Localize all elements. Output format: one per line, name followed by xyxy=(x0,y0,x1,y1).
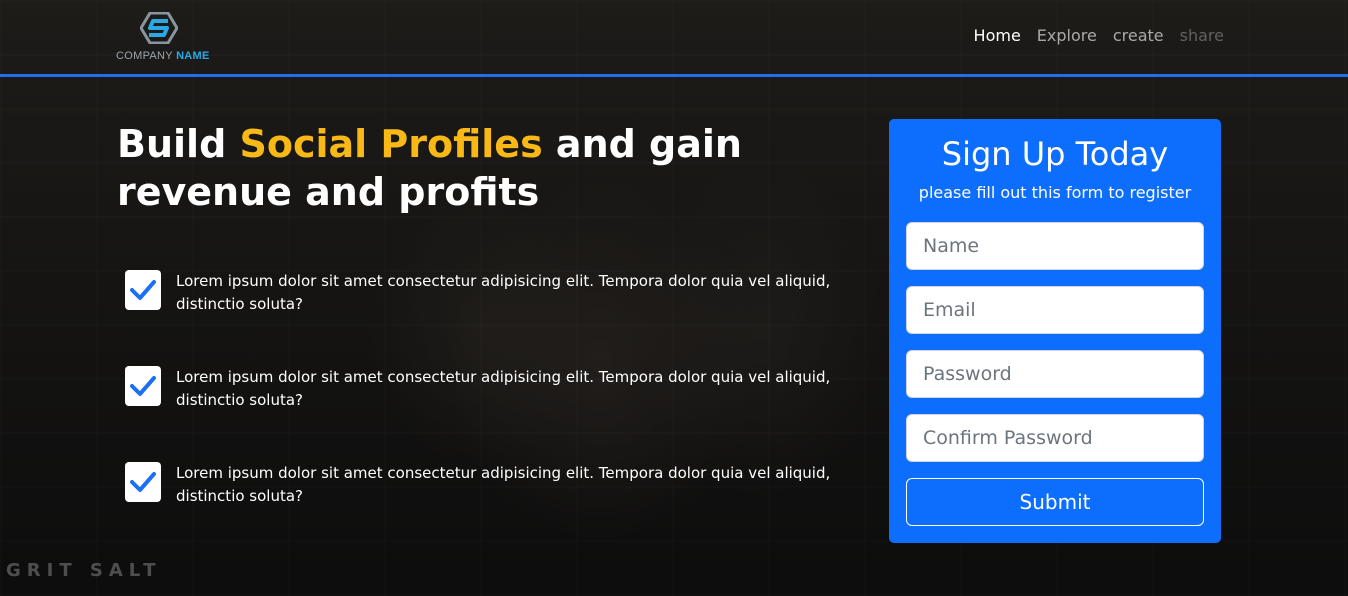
site-header: COMPANY NAME Home Explore create share xyxy=(0,0,1348,77)
company-name-part2: NAME xyxy=(176,50,210,62)
signup-subtitle: please fill out this form to register xyxy=(918,183,1192,202)
feature-item: Lorem ipsum dolor sit amet consectetur a… xyxy=(125,366,845,462)
nav-create[interactable]: create xyxy=(1113,26,1164,45)
email-input[interactable] xyxy=(906,286,1204,334)
checkbox-icon xyxy=(125,462,161,502)
nav-explore[interactable]: Explore xyxy=(1037,26,1097,45)
feature-text: Lorem ipsum dolor sit amet consectetur a… xyxy=(176,368,831,409)
submit-button[interactable]: Submit xyxy=(906,478,1204,526)
hexagon-s-logo-icon xyxy=(140,12,178,44)
hero-title-highlight: Social Profiles xyxy=(239,122,543,166)
nav-share[interactable]: share xyxy=(1180,26,1224,45)
feature-list: Lorem ipsum dolor sit amet consectetur a… xyxy=(125,270,845,558)
checkbox-icon xyxy=(125,366,161,406)
feature-text: Lorem ipsum dolor sit amet consectetur a… xyxy=(176,464,831,505)
signup-form: Sign Up Today please fill out this form … xyxy=(889,119,1221,543)
feature-item: Lorem ipsum dolor sit amet consectetur a… xyxy=(125,462,845,558)
company-logo[interactable]: COMPANY NAME xyxy=(116,12,226,66)
company-name-part1: COMPANY xyxy=(116,50,173,62)
feature-text: Lorem ipsum dolor sit amet consectetur a… xyxy=(176,272,831,313)
hero-title-before: Build xyxy=(117,122,240,166)
hero-title: Build Social Profiles and gain revenue a… xyxy=(117,120,797,216)
feature-item: Lorem ipsum dolor sit amet consectetur a… xyxy=(125,270,845,366)
background-sign-text: GRIT SALT xyxy=(6,560,162,581)
company-name: COMPANY NAME xyxy=(116,50,210,62)
signup-title: Sign Up Today xyxy=(941,135,1169,173)
main-nav: Home Explore create share xyxy=(974,26,1224,45)
checkbox-icon xyxy=(125,270,161,310)
confirm-password-input[interactable] xyxy=(906,414,1204,462)
name-input[interactable] xyxy=(906,222,1204,270)
nav-home[interactable]: Home xyxy=(974,26,1021,45)
password-input[interactable] xyxy=(906,350,1204,398)
